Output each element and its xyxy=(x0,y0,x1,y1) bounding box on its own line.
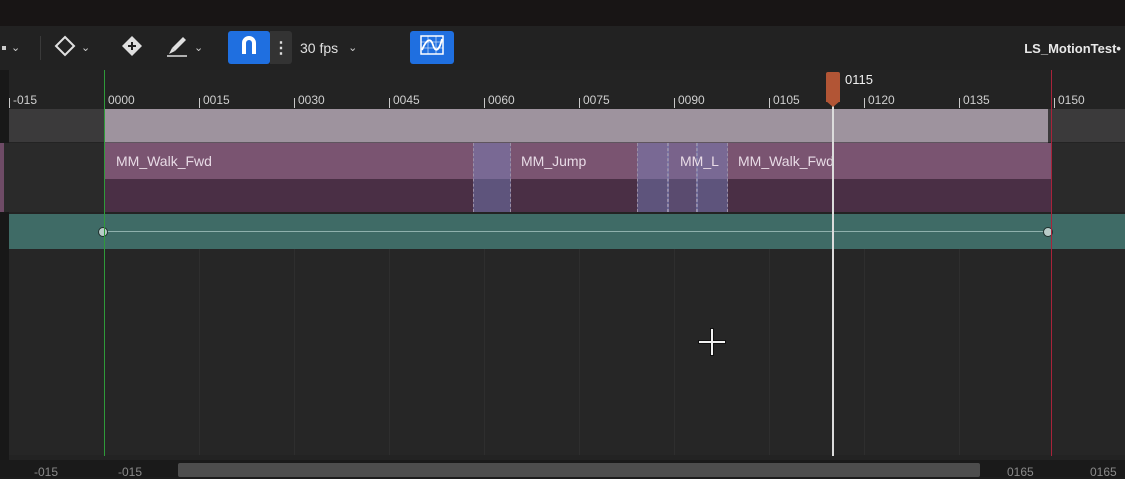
ruler-tick xyxy=(294,98,295,108)
ruler-tick xyxy=(864,98,865,108)
playhead-line[interactable] xyxy=(832,98,834,456)
ruler-tick xyxy=(9,98,10,108)
crosshair-cursor-icon xyxy=(697,327,727,362)
blend-region[interactable] xyxy=(637,143,669,212)
fps-label: 30 fps xyxy=(300,40,339,56)
curve-editor-icon xyxy=(419,34,445,61)
ruler-tick xyxy=(579,98,580,108)
key-curve-line xyxy=(103,231,1049,232)
ruler-tick-label: 0030 xyxy=(298,93,325,107)
blend-region[interactable] xyxy=(473,143,511,212)
ruler-tick-label: 0135 xyxy=(963,93,990,107)
playback-options-dropdown[interactable]: ⌄ xyxy=(0,26,20,70)
snap-options-button[interactable]: ⋮ xyxy=(270,31,292,64)
ruler-tick-label: 0120 xyxy=(868,93,895,107)
grid-line xyxy=(769,249,770,455)
grid-line xyxy=(199,249,200,455)
grid-line xyxy=(294,249,295,455)
chevron-down-icon: ⌄ xyxy=(11,41,21,54)
section-range-bar[interactable] xyxy=(104,109,1048,143)
title-strip xyxy=(0,0,1125,26)
track-outside-range xyxy=(9,109,104,142)
ruler-tick-label: 0105 xyxy=(773,93,800,107)
sequence-name[interactable]: LS_MotionTest• xyxy=(1024,26,1121,70)
ruler-tick xyxy=(389,98,390,108)
playback-start-marker[interactable] xyxy=(104,70,105,456)
keyframe-add-icon xyxy=(120,34,144,63)
chevron-down-icon: ⌄ xyxy=(194,41,204,54)
ruler-tick-label: 0000 xyxy=(108,93,135,107)
grid-line xyxy=(579,249,580,455)
frame-rate-dropdown[interactable]: 30 fps ⌄ xyxy=(300,26,357,70)
playhead-handle[interactable] xyxy=(826,72,840,102)
timeline-area[interactable]: -015 0000 0015 0030 0045 0060 0075 0090 … xyxy=(0,70,1125,460)
brush-icon xyxy=(165,34,189,63)
ruler-tick-label: 0060 xyxy=(488,93,515,107)
chevron-down-icon: ⌄ xyxy=(81,41,91,54)
curve-editor-button[interactable] xyxy=(410,31,454,64)
ruler-tick-label: -015 xyxy=(13,93,38,107)
grid-line xyxy=(959,249,960,455)
ruler-tick-label: 0075 xyxy=(583,93,610,107)
track-outside-range xyxy=(1048,109,1125,142)
sequencer-toolbar: ⌄ ⌄ ⌄ ⋮ 30 fps ⌄ LS_MotionTest• xyxy=(0,26,1125,71)
ruler-tick xyxy=(199,98,200,108)
auto-key-dropdown[interactable]: ⌄ xyxy=(165,26,203,70)
ruler-tick-label: 0045 xyxy=(393,93,420,107)
ruler-tick xyxy=(1054,98,1055,108)
ruler-tick-label: 0015 xyxy=(203,93,230,107)
clip-label[interactable]: MM_Walk_Fwd xyxy=(738,143,834,179)
ruler-tick xyxy=(484,98,485,108)
animation-track-layer[interactable] xyxy=(104,179,1052,212)
grid-line xyxy=(864,249,865,455)
add-keyframe-button[interactable] xyxy=(120,26,144,70)
scrollbar-thumb[interactable] xyxy=(178,463,980,477)
ruler-tick xyxy=(674,98,675,108)
grid-line xyxy=(674,249,675,455)
clip-label[interactable]: MM_Walk_Fwd xyxy=(116,143,212,179)
ruler-tick-label: 0150 xyxy=(1058,93,1085,107)
playhead-frame-label: 0115 xyxy=(845,72,873,87)
ruler-tick-label: 0090 xyxy=(678,93,705,107)
playhead-handle-tip xyxy=(826,101,840,107)
playback-end-marker[interactable] xyxy=(1051,70,1052,456)
grid-line xyxy=(389,249,390,455)
snap-toggle-button[interactable] xyxy=(228,31,270,64)
keyframe-dot[interactable] xyxy=(98,227,108,237)
dot-icon xyxy=(2,46,6,50)
ruler-tick xyxy=(959,98,960,108)
left-gutter xyxy=(0,70,9,460)
more-vertical-icon: ⋮ xyxy=(273,39,289,57)
track-color-marker xyxy=(0,143,4,212)
toolbar-divider xyxy=(40,36,41,60)
key-diamond-icon xyxy=(54,35,76,62)
grid-line xyxy=(484,249,485,455)
clip-label[interactable]: MM_L xyxy=(680,143,719,179)
time-ruler[interactable]: -015 0000 0015 0030 0045 0060 0075 0090 … xyxy=(0,70,1125,109)
empty-track-area[interactable] xyxy=(9,249,1125,455)
track-outside-range xyxy=(0,143,104,212)
ruler-tick xyxy=(769,98,770,108)
key-type-dropdown[interactable]: ⌄ xyxy=(54,26,90,70)
clip-label[interactable]: MM_Jump xyxy=(521,143,586,179)
magnet-snap-icon xyxy=(238,34,260,61)
track-outside-range xyxy=(1052,143,1125,212)
chevron-down-icon: ⌄ xyxy=(348,41,358,54)
